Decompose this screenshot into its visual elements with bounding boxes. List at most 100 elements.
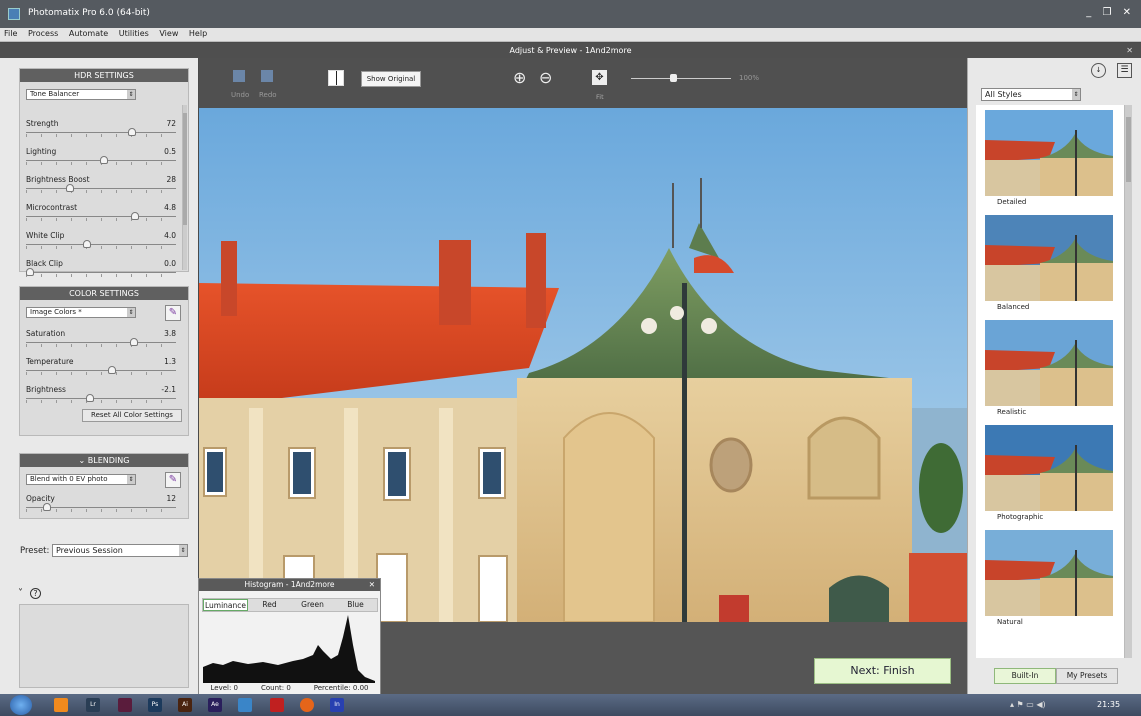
taskbar-app-icon[interactable]: In [330,698,344,712]
hdr-slider[interactable]: Strength 72 [26,119,176,137]
slider-knob[interactable] [43,503,52,511]
slider-knob[interactable] [82,240,91,248]
menu-file[interactable]: File [0,28,21,39]
lightroom-icon[interactable]: Lr [86,698,100,712]
hdr-slider[interactable]: Lighting 0.5 [26,147,176,165]
preview-image[interactable] [199,108,967,622]
chevron-down-icon: ⇕ [127,475,135,484]
collapse-chevron-icon[interactable]: ˅ [18,588,23,599]
preset-label: Preset: [20,546,50,556]
method-select[interactable]: Tone Balancer ⇕ [26,89,136,100]
slider-knob[interactable] [108,366,117,374]
slider-ticks [26,344,176,347]
blend-pen-button[interactable]: ✎ [165,472,181,488]
opacity-slider[interactable]: Opacity 12 [26,494,176,512]
slider-ticks [26,218,176,221]
zoom-out-icon[interactable]: ⊖ [539,68,552,87]
menu-help[interactable]: Help [185,28,211,39]
taskbar-app-icon[interactable] [118,698,132,712]
firefox-icon[interactable] [300,698,314,712]
color-pen-button[interactable]: ✎ [165,305,181,321]
slider-label: Saturation [26,329,66,338]
menu-utilities[interactable]: Utilities [115,28,153,39]
slider-knob[interactable] [128,128,137,136]
show-original-button[interactable]: Show Original [361,71,421,87]
slider-label: Black Clip [26,259,63,268]
close-icon[interactable]: ✕ [1126,43,1133,58]
style-thumbnail[interactable]: Detailed [983,110,1115,208]
hdr-settings-section: HDR SETTINGS Tone Balancer ⇕ Strength 72 Li… [19,68,189,277]
undo-label: Undo [231,91,250,99]
slider-knob[interactable] [65,184,74,192]
opacity-value: 12 [166,494,176,503]
hdr-scrollbar[interactable] [182,105,187,270]
color-slider[interactable]: Saturation 3.8 [26,329,176,347]
tab-blue[interactable]: Blue [334,599,377,611]
preset-select[interactable]: Previous Session ⇕ [52,544,188,557]
taskbar-app-icon[interactable] [270,698,284,712]
tab-green[interactable]: Green [291,599,334,611]
slider-ticks [26,190,176,193]
slider-label: Strength [26,119,59,128]
menu-automate[interactable]: Automate [65,28,112,39]
blending-section: ⌄ BLENDING Blend with 0 EV photo ⇕ ✎ Opac… [19,453,189,519]
hdr-slider[interactable]: Brightness Boost 28 [26,175,176,193]
next-finish-button[interactable]: Next: Finish [814,658,951,684]
style-thumbnail[interactable]: Photographic [983,425,1115,523]
tab-my-presets[interactable]: My Presets [1056,668,1118,684]
tab-red[interactable]: Red [248,599,291,611]
color-slider[interactable]: Temperature 1.3 [26,357,176,375]
redo-icon[interactable] [261,70,273,82]
close-icon[interactable]: ✕ [369,579,375,591]
sort-icon[interactable]: ↓ [1091,63,1106,78]
menu-view[interactable]: View [155,28,182,39]
start-button[interactable] [10,695,32,715]
color-slider[interactable]: Brightness -2.1 [26,385,176,403]
hdr-slider[interactable]: White Clip 4.0 [26,231,176,249]
ie-icon[interactable] [238,698,252,712]
zoom-slider-knob[interactable] [670,74,677,82]
slider-knob[interactable] [99,156,108,164]
tray-icons[interactable]: ▴ ⚑ ▭ ◀) [1010,700,1046,709]
after-effects-icon[interactable]: Ae [208,698,222,712]
list-view-icon[interactable]: ☰ [1117,63,1132,78]
photoshop-icon[interactable]: Ps [148,698,162,712]
thumbnail-image [985,110,1113,196]
illustrator-icon[interactable]: Ai [178,698,192,712]
reset-color-button[interactable]: Reset All Color Settings [82,409,182,422]
color-mode-select[interactable]: Image Colors * ⇕ [26,307,136,318]
style-filter-select[interactable]: All Styles ⇕ [981,88,1081,101]
style-thumbnail[interactable]: Natural [983,530,1115,628]
slider-knob[interactable] [26,268,34,276]
info-box [19,604,189,688]
styles-scrollbar[interactable] [1124,105,1132,658]
redo-label: Redo [259,91,277,99]
color-mode-value: Image Colors * [30,308,82,316]
slider-knob[interactable] [129,338,138,346]
slider-knob[interactable] [131,212,140,220]
style-thumbnail[interactable]: Balanced [983,215,1115,313]
hdr-slider[interactable]: Microcontrast 4.8 [26,203,176,221]
histogram-window[interactable]: Histogram - 1And2more ✕ Luminance Red Gr… [198,578,381,695]
tab-built-in[interactable]: Built-In [994,668,1056,684]
menu-process[interactable]: Process [24,28,62,39]
window-titlebar: Photomatix Pro 6.0 (64-bit) _ ❐ ✕ [0,0,1141,28]
zoom-slider-track[interactable] [631,78,731,79]
chevron-down-icon: ⇕ [127,308,135,317]
split-view-icon[interactable] [328,70,344,86]
undo-icon[interactable] [233,70,245,82]
tab-luminance[interactable]: Luminance [203,599,248,611]
slider-label: Brightness Boost [26,175,90,184]
color-settings-header: COLOR SETTINGS [20,287,188,300]
slider-knob[interactable] [85,394,94,402]
zoom-in-icon[interactable]: ⊕ [513,68,526,87]
style-thumbnail[interactable]: Realistic [983,320,1115,418]
chevron-down-icon[interactable]: ⌄ [79,456,88,465]
slider-value: 4.0 [164,231,176,240]
hdr-slider[interactable]: Black Clip 0.0 [26,259,176,277]
window-controls[interactable]: _ ❐ ✕ [1086,7,1135,18]
blend-mode-select[interactable]: Blend with 0 EV photo ⇕ [26,474,136,485]
help-icon[interactable]: ? [30,588,41,599]
fit-icon[interactable]: ✥ [592,70,607,85]
taskbar-app-icon[interactable] [54,698,68,712]
